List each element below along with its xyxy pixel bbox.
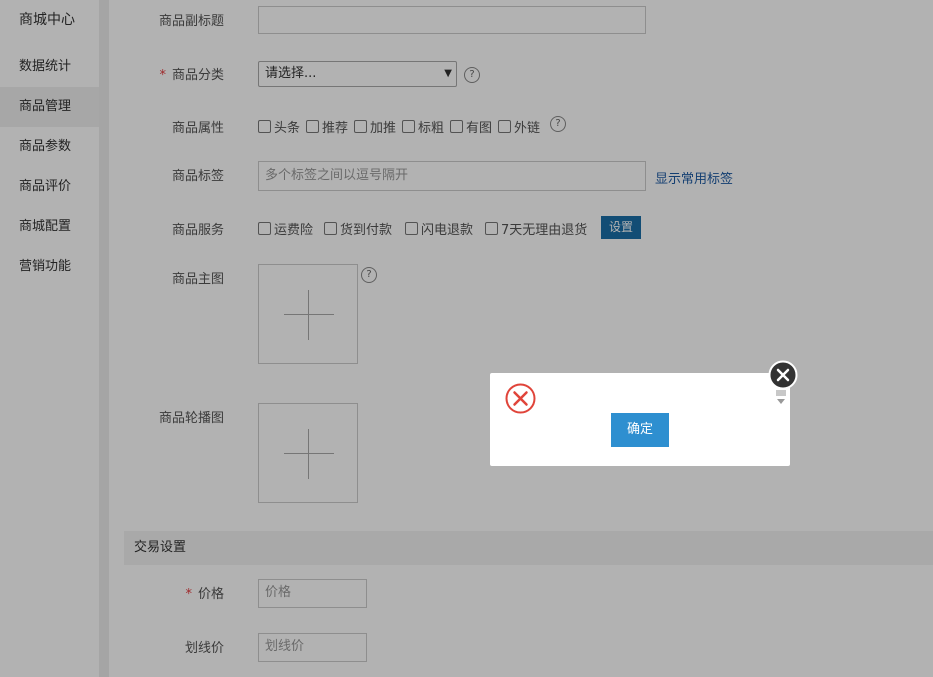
scroll-down-icon <box>777 399 785 404</box>
error-icon <box>505 383 536 418</box>
dialog-scrollbar[interactable] <box>775 388 787 412</box>
confirm-button[interactable]: 确定 <box>611 413 669 447</box>
error-dialog: 确定 <box>490 373 790 466</box>
close-icon[interactable] <box>768 360 798 390</box>
scrollbar-thumb <box>776 390 786 396</box>
modal-overlay[interactable] <box>0 0 933 677</box>
